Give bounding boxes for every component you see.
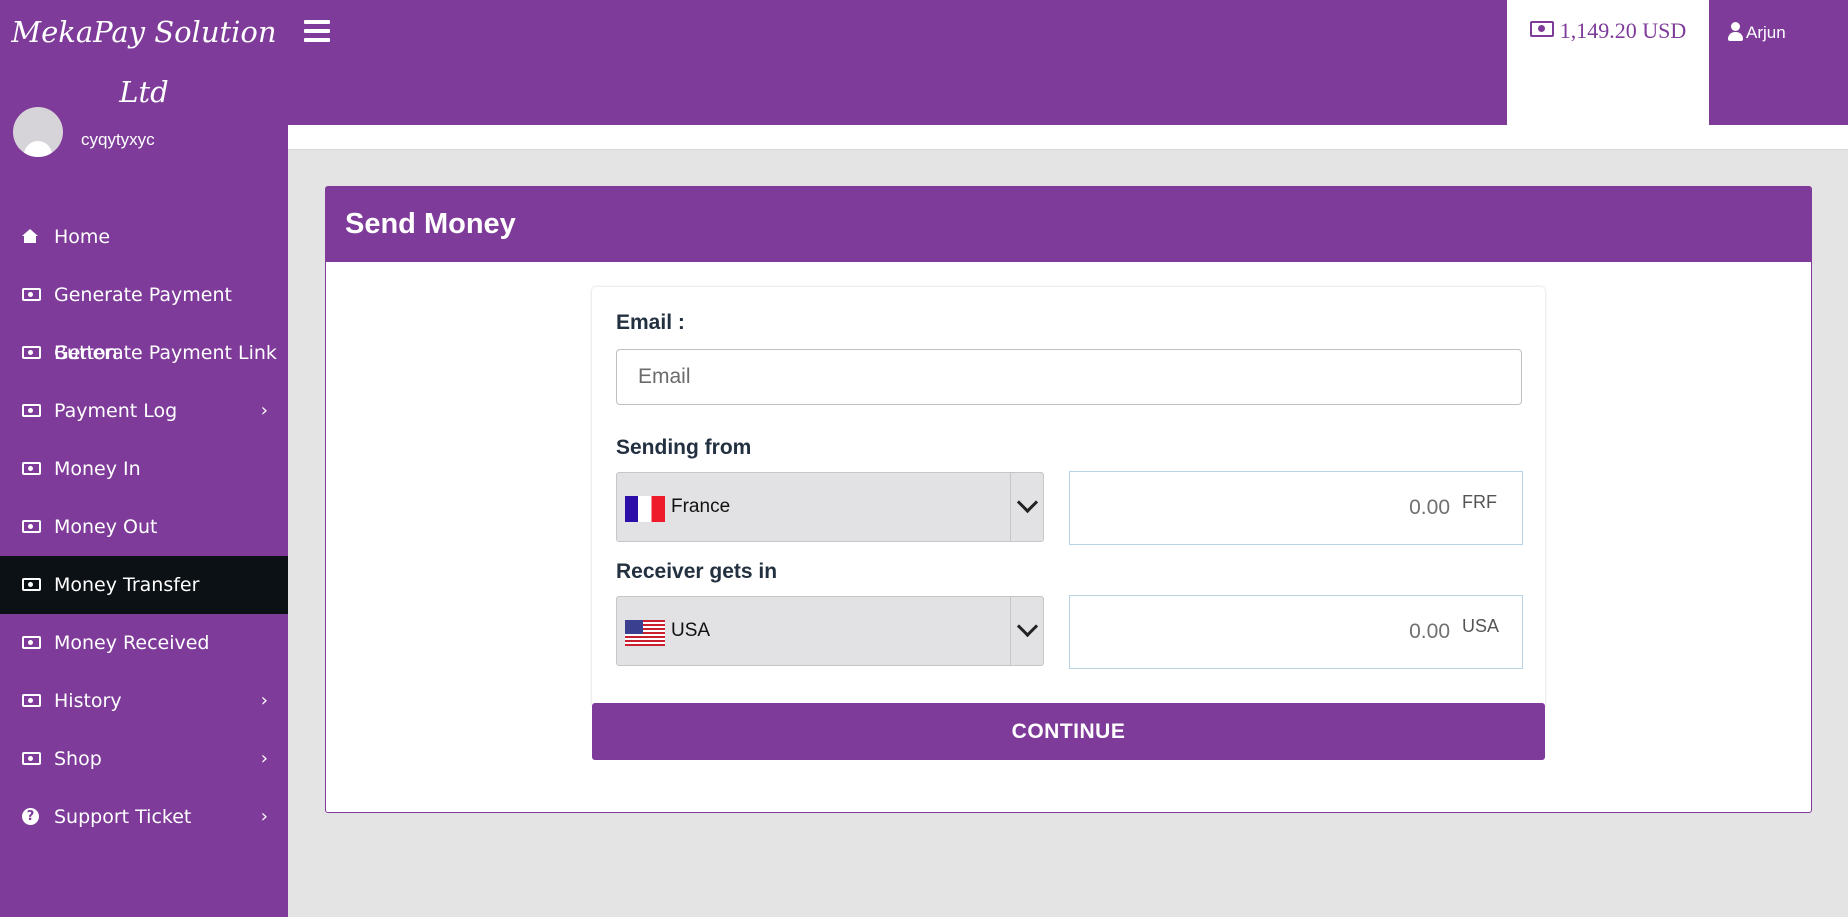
sidebar: cyqytyxyc Home Generate Payment Button G…	[0, 107, 288, 917]
sidebar-item-shop[interactable]: Shop ›	[0, 730, 288, 788]
sending-from-country: France	[671, 496, 731, 517]
sidebar-item-home[interactable]: Home	[0, 208, 288, 266]
balance-box: 1,149.20 USD	[1507, 0, 1709, 125]
sidebar-item-generate-payment-link[interactable]: Generate Payment Link	[0, 324, 288, 382]
brand-name: MekaPay Solution	[11, 15, 277, 49]
send-money-form: Email : Sending from France 0.00 FRF Rec…	[592, 287, 1545, 760]
money-icon	[22, 578, 41, 591]
sidebar-username: cyqytyxyc	[81, 130, 155, 149]
chevron-right-icon: ›	[260, 748, 268, 769]
sidebar-item-money-received[interactable]: Money Received	[0, 614, 288, 672]
sidebar-item-label: Generate Payment Link	[54, 342, 277, 364]
sending-amount-field[interactable]: 0.00 FRF	[1069, 471, 1523, 545]
money-icon	[22, 520, 41, 533]
user-icon	[1728, 22, 1743, 41]
email-input[interactable]	[616, 349, 1522, 405]
sidebar-item-money-transfer[interactable]: Money Transfer	[0, 556, 288, 614]
sidebar-item-label: Money In	[54, 458, 141, 480]
sending-from-label: Sending from	[616, 436, 752, 459]
home-icon	[22, 229, 38, 243]
sidebar-item-label: Money Transfer	[54, 574, 200, 596]
sidebar-item-label: Payment Log	[54, 400, 178, 422]
chevron-right-icon: ›	[260, 400, 268, 421]
menu-toggle-icon[interactable]	[304, 20, 330, 44]
top-bar: MekaPay Solution Ltd 1,149.20 USD Arjun	[0, 0, 1848, 125]
sidebar-item-label: Money Out	[54, 516, 158, 538]
sidebar-item-label: Home	[54, 226, 111, 248]
sidebar-item-generate-payment-button[interactable]: Generate Payment Button	[0, 266, 288, 364]
brand-logo[interactable]: MekaPay Solution Ltd	[0, 0, 288, 125]
receiver-amount-field[interactable]: 0.00 USA	[1069, 595, 1523, 669]
receiver-country-select[interactable]: USA	[616, 596, 1044, 666]
chevron-down-icon	[1010, 597, 1043, 665]
money-icon	[22, 462, 41, 475]
sending-currency: FRF	[1462, 492, 1497, 512]
money-icon	[22, 752, 41, 765]
money-icon	[1529, 21, 1554, 37]
sidebar-item-label: Support Ticket	[54, 806, 192, 828]
sending-from-country-select[interactable]: France	[616, 472, 1044, 542]
sending-amount: 0.00	[1409, 496, 1450, 519]
sidebar-item-money-in[interactable]: Money In	[0, 440, 288, 498]
money-icon	[22, 404, 41, 417]
receiver-amount: 0.00	[1409, 620, 1450, 643]
receiver-country: USA	[671, 620, 711, 641]
chevron-right-icon: ›	[260, 806, 268, 827]
sidebar-item-label: History	[54, 690, 122, 712]
sidebar-item-label: Money Received	[54, 632, 210, 654]
receiver-label: Receiver gets in	[616, 560, 778, 583]
money-icon	[22, 288, 41, 301]
chevron-right-icon: ›	[260, 690, 268, 711]
money-icon	[22, 346, 41, 359]
user-name: Arjun	[1746, 23, 1786, 42]
sidebar-item-payment-log[interactable]: Payment Log ›	[0, 382, 288, 440]
page-title: Send Money	[326, 187, 1811, 262]
chevron-down-icon	[1010, 473, 1043, 541]
send-money-card: Send Money Email : Sending from France 0…	[325, 186, 1812, 813]
receiver-currency: USA	[1462, 616, 1500, 636]
question-circle-icon	[22, 808, 39, 825]
sidebar-item-support-ticket[interactable]: Support Ticket ›	[0, 788, 288, 846]
email-label: Email :	[616, 311, 685, 334]
sidebar-item-label: Shop	[54, 748, 102, 770]
money-icon	[22, 694, 41, 707]
sidebar-item-history[interactable]: History ›	[0, 672, 288, 730]
money-icon	[22, 636, 41, 649]
content-top-strip	[288, 125, 1848, 150]
sidebar-nav: Home Generate Payment Button Generate Pa…	[0, 208, 288, 846]
user-menu[interactable]: Arjun	[1728, 22, 1786, 43]
continue-button[interactable]: CONTINUE	[592, 703, 1545, 760]
balance-amount: 1,149.20 USD	[1559, 18, 1687, 43]
sidebar-item-money-out[interactable]: Money Out	[0, 498, 288, 556]
usa-flag-icon	[625, 620, 665, 646]
avatar[interactable]	[13, 107, 63, 157]
france-flag-icon	[625, 496, 665, 522]
balance-display: 1,149.20 USD	[1507, 18, 1709, 44]
